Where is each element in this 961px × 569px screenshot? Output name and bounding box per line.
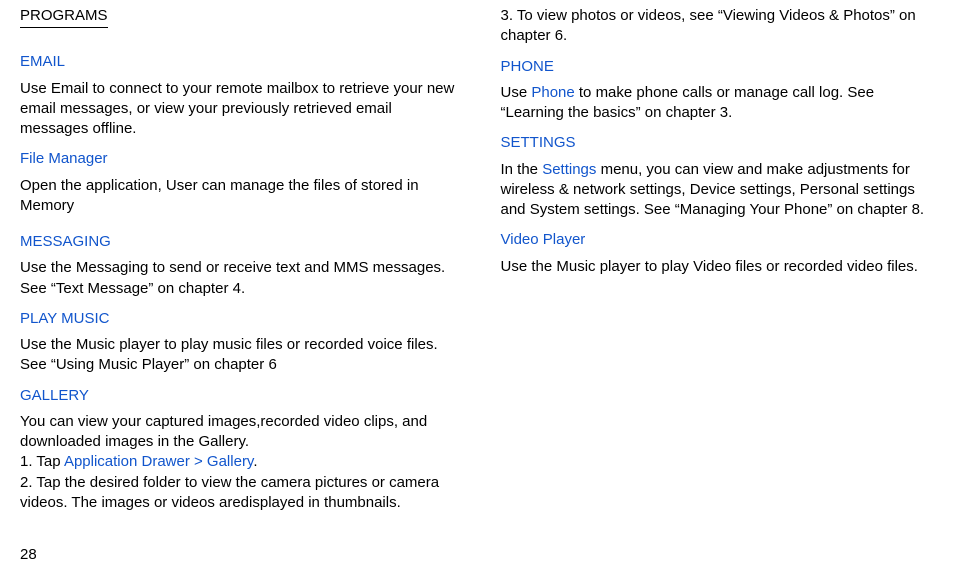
section-title-email: EMAIL (20, 52, 461, 72)
page-content: PROGRAMS EMAIL Use Email to connect to y… (0, 0, 961, 534)
gallery-link: Application Drawer > Gallery (64, 453, 253, 470)
section-title-settings: SETTINGS (501, 133, 942, 153)
section-body-messaging: Use the Messaging to send or receive tex… (20, 258, 461, 299)
section-body-videoplayer: Use the Music player to play Video files… (501, 257, 942, 277)
section-body-filemgr: Open the application, User can manage th… (20, 176, 461, 217)
section-title-messaging: MESSAGING (20, 232, 461, 252)
settings-link: Settings (542, 161, 596, 178)
gallery-line2b: . (253, 453, 257, 470)
section-body-playmusic: Use the Music player to play music files… (20, 335, 461, 376)
section-title-playmusic: PLAY MUSIC (20, 309, 461, 329)
page-title: PROGRAMS (20, 6, 108, 28)
gallery-line3: 2. Tap the desired folder to view the ca… (20, 474, 439, 511)
section-body-settings: In the Settings menu, you can view and m… (501, 160, 942, 221)
section-title-videoplayer: Video Player (501, 230, 942, 250)
phone-link: Phone (531, 84, 574, 101)
phone-body1: Use (501, 84, 532, 101)
section-title-gallery: GALLERY (20, 386, 461, 406)
gallery-line4: 3. To view photos or videos, see “Viewin… (501, 7, 916, 44)
section-title-phone: PHONE (501, 57, 942, 77)
section-body-phone: Use Phone to make phone calls or manage … (501, 83, 942, 124)
gallery-line1: You can view your captured images,record… (20, 413, 427, 450)
gallery-line2a: 1. Tap (20, 453, 64, 470)
page-number: 28 (20, 545, 37, 565)
section-body-email: Use Email to connect to your remote mail… (20, 79, 461, 140)
section-title-filemgr: File Manager (20, 149, 461, 169)
settings-body1: In the (501, 161, 543, 178)
